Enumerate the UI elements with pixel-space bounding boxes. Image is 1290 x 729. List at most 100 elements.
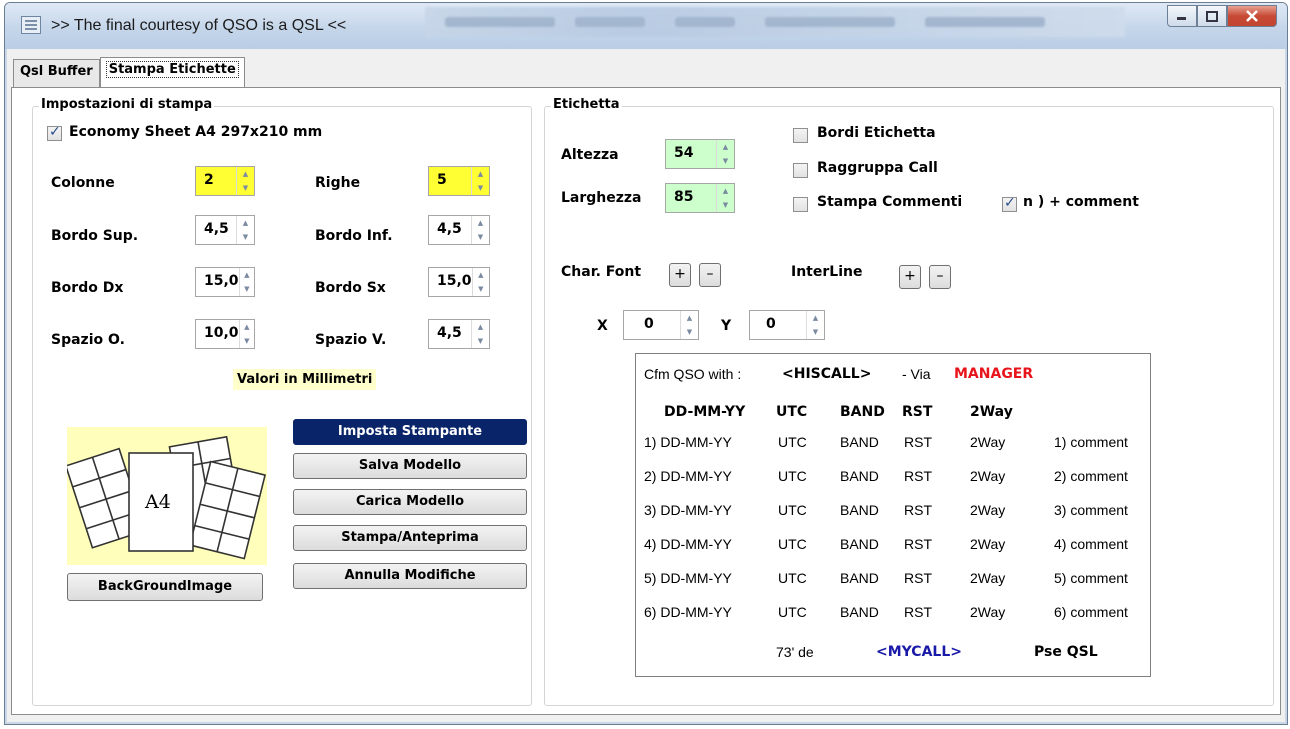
righe-label: Righe: [315, 175, 361, 191]
salva-modello-button[interactable]: Salva Modello: [293, 453, 527, 479]
spin-up-icon[interactable]: ▲: [717, 140, 734, 154]
title-bar-background: [425, 7, 1125, 37]
spazio-v-spinner[interactable]: 4,5 ▲ ▼: [428, 319, 490, 349]
spin-down-icon[interactable]: ▼: [240, 334, 254, 348]
spin-up-icon[interactable]: ▲: [807, 311, 824, 325]
n-comment-checkbox[interactable]: [1002, 195, 1017, 212]
tab-content: Impostazioni di stampa Economy Sheet A4 …: [11, 87, 1281, 715]
spin-down-icon[interactable]: ▼: [472, 181, 489, 195]
spin-up-icon[interactable]: ▲: [473, 268, 489, 282]
row-comment: 3) comment: [1054, 502, 1128, 518]
spin-down-icon[interactable]: ▼: [473, 282, 489, 296]
spin-up-icon[interactable]: ▲: [717, 184, 734, 198]
row-2way: 2Way: [970, 536, 1006, 552]
spin-down-icon[interactable]: ▼: [717, 198, 734, 212]
bordo-inf-spinner[interactable]: 4,5 ▲ ▼: [428, 215, 490, 245]
x-label: X: [597, 318, 608, 334]
header-band: BAND: [840, 404, 885, 420]
tab-label: Stampa Etichette: [105, 61, 239, 78]
larghezza-spinner[interactable]: 85 ▲ ▼: [665, 183, 735, 213]
spin-down-icon[interactable]: ▼: [681, 325, 698, 339]
footer-73: 73' de: [776, 644, 814, 660]
cfm-text: Cfm QSO with :: [644, 366, 742, 382]
row-comment: 6) comment: [1054, 604, 1128, 620]
label-preview: Cfm QSO with : <HISCALL> - Via MANAGER D…: [635, 353, 1151, 677]
char-font-plus-button[interactable]: +: [669, 263, 691, 287]
spazio-o-value: 10,0: [204, 325, 239, 341]
spin-up-icon[interactable]: ▲: [237, 167, 254, 181]
interline-label: InterLine: [791, 264, 863, 280]
minimize-icon: [1177, 17, 1186, 20]
bordo-dx-value: 15,0: [204, 273, 239, 289]
spin-down-icon[interactable]: ▼: [807, 325, 824, 339]
row-2way: 2Way: [970, 468, 1006, 484]
colonne-spinner[interactable]: 2 ▲ ▼: [195, 166, 255, 196]
char-font-minus-button[interactable]: –: [699, 263, 721, 287]
interline-minus-button[interactable]: –: [929, 265, 951, 289]
tab-stampa-etichette[interactable]: Stampa Etichette: [99, 57, 245, 87]
maximize-button[interactable]: [1197, 5, 1227, 27]
x-spinner[interactable]: 0 ▲ ▼: [623, 310, 699, 340]
spin-up-icon[interactable]: ▲: [681, 311, 698, 325]
bordo-sx-spinner[interactable]: 15,0 ▲ ▼: [428, 267, 490, 297]
background-image-button[interactable]: BackGroundImage: [67, 573, 263, 601]
annulla-modifiche-button[interactable]: Annulla Modifiche: [293, 563, 527, 589]
interline-plus-button[interactable]: +: [899, 265, 921, 289]
raggruppa-call-checkbox[interactable]: [793, 163, 808, 178]
tab-qsl-buffer[interactable]: Qsl Buffer: [13, 59, 100, 87]
row-utc: UTC: [778, 536, 807, 552]
row-rst: RST: [904, 434, 932, 450]
row-comment: 1) comment: [1054, 434, 1128, 450]
y-spinner[interactable]: 0 ▲ ▼: [749, 310, 825, 340]
stampa-anteprima-button[interactable]: Stampa/Anteprima: [293, 525, 527, 551]
header-date: DD-MM-YY: [664, 404, 746, 420]
spin-down-icon[interactable]: ▼: [237, 230, 254, 244]
row-utc: UTC: [778, 604, 807, 620]
righe-value: 5: [437, 172, 447, 188]
colonne-value: 2: [204, 172, 214, 188]
spin-down-icon[interactable]: ▼: [472, 230, 489, 244]
spazio-v-label: Spazio V.: [315, 332, 387, 348]
hiscall-text: <HISCALL>: [782, 366, 872, 382]
altezza-spinner[interactable]: 54 ▲ ▼: [665, 139, 735, 169]
row-utc: UTC: [778, 570, 807, 586]
carica-modello-button[interactable]: Carica Modello: [293, 489, 527, 515]
stampa-commenti-checkbox[interactable]: [793, 197, 808, 212]
row-date: 3) DD-MM-YY: [644, 502, 732, 518]
app-icon[interactable]: [21, 16, 41, 34]
title-bar[interactable]: >> The final courtesy of QSO is a QSL <<: [5, 3, 1287, 49]
bordo-inf-value: 4,5: [437, 221, 462, 237]
spin-up-icon[interactable]: ▲: [472, 320, 489, 334]
row-rst: RST: [904, 570, 932, 586]
spin-up-icon[interactable]: ▲: [472, 216, 489, 230]
row-band: BAND: [840, 604, 879, 620]
char-font-label: Char. Font: [561, 264, 642, 280]
imposta-stampante-button[interactable]: Imposta Stampante: [293, 419, 527, 445]
minimize-button[interactable]: [1167, 5, 1197, 27]
bordo-sup-spinner[interactable]: 4,5 ▲ ▼: [195, 215, 255, 245]
bordi-etichetta-checkbox[interactable]: [793, 128, 808, 143]
economy-sheet-checkbox[interactable]: [47, 124, 62, 141]
row-date: 6) DD-MM-YY: [644, 604, 732, 620]
spin-down-icon[interactable]: ▼: [717, 154, 734, 168]
spin-down-icon[interactable]: ▼: [240, 282, 254, 296]
pse-qsl-text: Pse QSL: [1034, 644, 1098, 660]
spin-down-icon[interactable]: ▼: [472, 334, 489, 348]
header-utc: UTC: [776, 404, 808, 420]
row-2way: 2Way: [970, 434, 1006, 450]
row-comment: 4) comment: [1054, 536, 1128, 552]
close-button[interactable]: [1227, 5, 1277, 27]
spin-up-icon[interactable]: ▲: [237, 216, 254, 230]
bordo-dx-spinner[interactable]: 15,0 ▲ ▼: [195, 267, 255, 297]
spin-up-icon[interactable]: ▲: [240, 268, 254, 282]
spin-up-icon[interactable]: ▲: [240, 320, 254, 334]
spin-up-icon[interactable]: ▲: [472, 167, 489, 181]
bordi-etichetta-label: Bordi Etichetta: [817, 125, 936, 141]
row-rst: RST: [904, 536, 932, 552]
righe-spinner[interactable]: 5 ▲ ▼: [428, 166, 490, 196]
row-band: BAND: [840, 536, 879, 552]
spin-down-icon[interactable]: ▼: [237, 181, 254, 195]
spazio-v-value: 4,5: [437, 325, 462, 341]
bordo-sup-value: 4,5: [204, 221, 229, 237]
spazio-o-spinner[interactable]: 10,0 ▲ ▼: [195, 319, 255, 349]
